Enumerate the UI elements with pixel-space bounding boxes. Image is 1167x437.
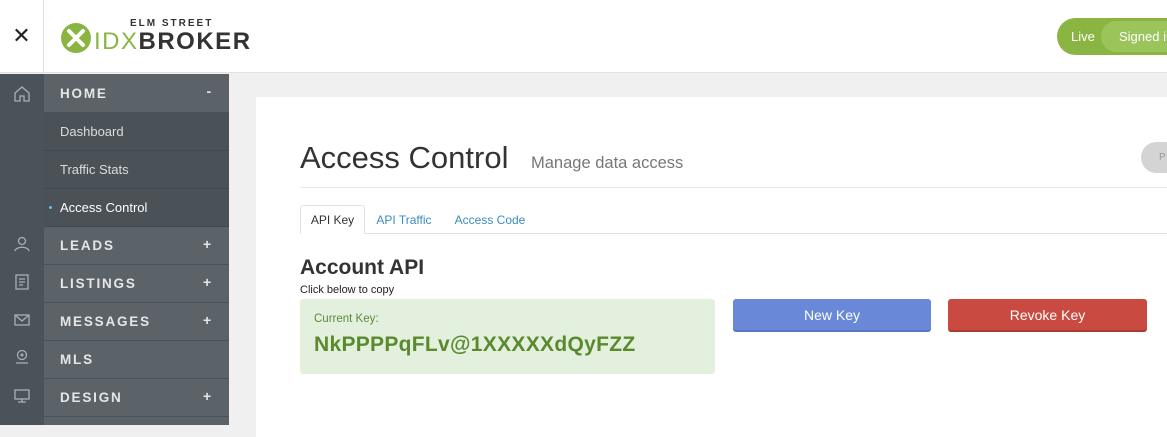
expand-icon[interactable]: +: [203, 236, 213, 252]
signed-in-button[interactable]: Signed in: [1101, 21, 1167, 52]
collapse-icon[interactable]: -: [207, 83, 213, 99]
top-header: ✕ ELM STREET IDXBROKER Live Signed in: [0, 0, 1167, 73]
mail-icon[interactable]: [12, 310, 32, 330]
current-key-box[interactable]: Current Key: NkPPPPqFLv@1XXXXXdQyFZZ: [300, 299, 715, 374]
sidebar-item-label: Dashboard: [60, 124, 124, 139]
sidebar-item-label: Access Control: [60, 200, 148, 215]
current-key-value[interactable]: NkPPPPqFLv@1XXXXXdQyFZZ: [314, 333, 635, 357]
active-dot-icon: [49, 206, 52, 209]
expand-icon[interactable]: +: [203, 312, 213, 328]
sidebar-item-messages[interactable]: MESSAGES +: [44, 303, 229, 341]
listings-icon[interactable]: [12, 272, 32, 292]
section-title: Account API: [300, 256, 425, 279]
live-label: Live: [1071, 29, 1095, 44]
sidebar-item-label: HOME: [60, 85, 108, 101]
page-title: Access Control: [300, 140, 509, 175]
new-key-button[interactable]: New Key: [733, 299, 931, 332]
sidebar-item-listings[interactable]: LISTINGS +: [44, 265, 229, 303]
sidebar-nav: HOME - Dashboard Traffic Stats Access Co…: [44, 74, 229, 425]
logo-idx-text: IDX: [94, 28, 139, 55]
sidebar-item-label: LISTINGS: [60, 276, 137, 291]
close-icon[interactable]: ✕: [0, 0, 44, 73]
location-icon[interactable]: [12, 347, 32, 367]
sidebar-item-leads[interactable]: LEADS +: [44, 227, 229, 265]
sidebar-item-dashboard[interactable]: Dashboard: [44, 113, 229, 151]
copy-hint: Click below to copy: [300, 284, 395, 296]
home-icon[interactable]: [12, 84, 32, 104]
expand-icon[interactable]: +: [203, 274, 213, 290]
idx-broker-logo[interactable]: ELM STREET IDXBROKER: [60, 18, 250, 55]
sidebar-item-label: MLS: [60, 352, 94, 367]
sidebar-item-label: MESSAGES: [60, 314, 151, 329]
sidebar-item-design[interactable]: DESIGN +: [44, 379, 229, 417]
sidebar-item-label: LEADS: [60, 238, 115, 253]
user-icon[interactable]: [12, 234, 32, 254]
sidebar-item-access-control[interactable]: Access Control: [44, 189, 229, 227]
monitor-icon[interactable]: [12, 386, 32, 406]
sidebar-item-label: DESIGN: [60, 390, 123, 405]
logo-mark-icon: [61, 23, 91, 53]
sidebar-item-traffic-stats[interactable]: Traffic Stats: [44, 151, 229, 189]
current-key-label: Current Key:: [314, 313, 379, 325]
sidebar-item-label: Traffic Stats: [60, 162, 129, 177]
logo-broker-text: BROKER: [138, 28, 252, 55]
title-divider: [300, 187, 1167, 188]
tab-api-traffic[interactable]: API Traffic: [368, 205, 440, 234]
sidebar-item-home[interactable]: HOME -: [44, 74, 229, 113]
sidebar-item-mls[interactable]: MLS: [44, 341, 229, 379]
live-toggle[interactable]: Live Signed in: [1057, 18, 1167, 55]
icon-rail: [0, 74, 44, 425]
expand-icon[interactable]: +: [203, 388, 213, 404]
revoke-key-button[interactable]: Revoke Key: [948, 299, 1147, 332]
tab-api-key[interactable]: API Key: [300, 205, 365, 234]
page-subtitle: Manage data access: [531, 154, 684, 172]
header-action-button[interactable]: P: [1141, 142, 1167, 173]
tab-access-code[interactable]: Access Code: [446, 205, 534, 234]
